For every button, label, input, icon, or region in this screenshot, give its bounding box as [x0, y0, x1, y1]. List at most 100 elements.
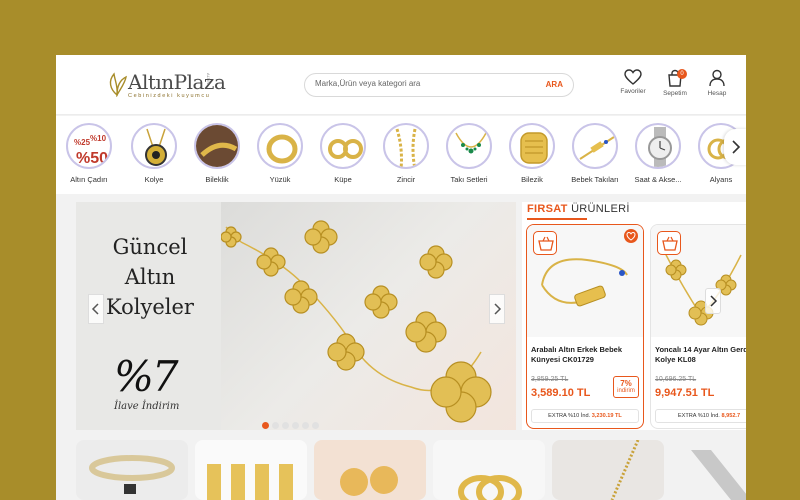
chain-icon [383, 123, 429, 169]
collection-tile[interactable] [671, 440, 746, 500]
search-input[interactable] [315, 79, 525, 88]
collection-tile[interactable] [433, 440, 545, 500]
banner-percent: %7 [114, 352, 179, 401]
wedding-rings-image [458, 475, 522, 500]
user-icon [709, 69, 725, 87]
logo-tagline: Cebinizdeki kuyumcu [128, 93, 211, 99]
extra-discount-label: EXTRA %10 İnd. [548, 413, 591, 419]
gold-beads-image [340, 466, 398, 496]
browser-page: AltınPlaza Cebinizdeki kuyumcu ALTIN ARA… [56, 55, 746, 500]
collection-tile[interactable] [195, 440, 307, 500]
chevron-right-icon [710, 295, 718, 307]
category-item[interactable]: Kolye [123, 123, 185, 184]
category-item[interactable]: Zincir [375, 123, 437, 184]
category-label: Bileklik [205, 175, 229, 184]
collection-tile[interactable] [76, 440, 188, 500]
cart-button[interactable]: 0 Sepetim [655, 69, 695, 105]
deals-next-button[interactable] [705, 288, 721, 314]
pagination-dot[interactable] [302, 422, 309, 429]
category-next-button[interactable] [724, 129, 746, 165]
svg-text:%10: %10 [90, 134, 107, 143]
search-bar: ARA [304, 73, 574, 97]
cart-count-badge: 0 [677, 69, 687, 79]
site-logo[interactable]: AltınPlaza Cebinizdeki kuyumcu ALTIN [106, 69, 226, 103]
chevron-right-icon [494, 303, 502, 315]
extra-discount-price: 3,230.19 TL [591, 413, 622, 419]
product-card[interactable]: Arabalı Altın Erkek Bebek Künyesi CK0172… [526, 224, 644, 429]
banner-title: Güncel Altın Kolyeler [106, 235, 194, 319]
category-label: Takı Setleri [450, 175, 488, 184]
search-button[interactable]: ARA [546, 80, 563, 89]
chevron-right-icon [732, 140, 741, 154]
deals-title: FIRSAT ÜRÜNLERİ [527, 203, 630, 215]
logo-leaf-icon [109, 72, 127, 97]
deals-title-rest: ÜRÜNLERİ [571, 203, 630, 215]
category-label: Bebek Takıları [571, 175, 619, 184]
category-item[interactable]: Yüzük [249, 123, 311, 184]
product-card[interactable]: Yoncalı 14 Ayar Altın Gerdanlık Kolye KL… [650, 224, 746, 429]
heart-icon [624, 69, 642, 85]
logo-badge: ALTIN [206, 73, 211, 85]
favorite-toggle-button[interactable] [624, 229, 638, 243]
collection-tile[interactable] [552, 440, 664, 500]
product-price: 3,589.10 TL [531, 387, 591, 399]
svg-text:%25: %25 [74, 138, 91, 147]
cart-label: Sepetim [663, 90, 687, 97]
deals-title-highlight: FIRSAT [527, 203, 568, 215]
product-name[interactable]: Yoncalı 14 Ayar Altın Gerdanlık Kolye KL… [655, 345, 746, 365]
category-label: Saat & Akse... [634, 175, 682, 184]
chevron-left-icon [91, 303, 99, 315]
bracelet-icon [194, 123, 240, 169]
bangle-image [89, 455, 175, 494]
deals-underline [527, 218, 587, 220]
earring-icon [320, 123, 366, 169]
banner-subtitle: İlave İndirim [114, 401, 180, 412]
product-name[interactable]: Arabalı Altın Erkek Bebek Künyesi CK0172… [531, 345, 643, 365]
category-label: Küpe [334, 175, 352, 184]
pagination-dot[interactable] [312, 422, 319, 429]
discount-badge: 7% indirim [613, 376, 639, 398]
category-item[interactable]: Bebek Takıları [564, 123, 626, 184]
clover-necklace-image [220, 220, 492, 423]
ring-icon [257, 123, 303, 169]
banner-prev-button[interactable] [88, 294, 104, 324]
deal-basket-icon [533, 231, 557, 255]
necklace-icon [131, 123, 177, 169]
watch-icon [635, 123, 681, 169]
category-label: Yüzük [269, 175, 291, 184]
category-label: Zincir [396, 175, 416, 184]
hero-banner[interactable]: Güncel Altın Kolyeler %7 İlave İndirim [76, 202, 516, 430]
extra-discount-box: EXTRA %10 İnd. 8,952.7 [655, 409, 746, 423]
gold-bangles-image [207, 464, 293, 500]
pagination-dot[interactable] [282, 422, 289, 429]
collection-tile[interactable] [314, 440, 426, 500]
baby-jewelry-icon [572, 123, 618, 169]
extra-discount-box: EXTRA %10 İnd. 3,230.19 TL [531, 409, 639, 423]
deal-basket-icon [657, 231, 681, 255]
deals-section: FIRSAT ÜRÜNLERİ Arabalı Altın Erkek Bebe… [522, 202, 746, 430]
extra-discount-price: 8,952.7 [721, 413, 741, 419]
favorites-label: Favoriler [620, 88, 646, 95]
category-item[interactable]: %25 %10 %50 Altın Çadırı [58, 123, 120, 184]
category-item[interactable]: Bileklik [186, 123, 248, 184]
product-old-price: 3,859.25 TL [531, 376, 569, 383]
discount-percent: 7% [620, 379, 632, 388]
pagination-dot[interactable] [272, 422, 279, 429]
banner-pagination [262, 416, 322, 429]
category-label: Bilezik [521, 175, 543, 184]
jewelry-set-icon [446, 123, 492, 169]
account-label: Hesap [707, 90, 727, 97]
category-item[interactable]: Saat & Akse... [627, 123, 689, 184]
sale-percent-icon: %25 %10 %50 [66, 123, 112, 169]
category-label: Altın Çadırı [70, 175, 108, 184]
site-header: AltınPlaza Cebinizdeki kuyumcu ALTIN ARA… [56, 55, 746, 115]
category-item[interactable]: Bilezik [501, 123, 563, 184]
pagination-dot[interactable] [292, 422, 299, 429]
bangle-icon [509, 123, 555, 169]
favorites-button[interactable]: Favoriler [613, 69, 653, 105]
category-item[interactable]: Takı Setleri [438, 123, 500, 184]
pagination-dot[interactable] [262, 422, 269, 429]
category-item[interactable]: Küpe [312, 123, 374, 184]
account-button[interactable]: Hesap [697, 69, 737, 105]
banner-next-button[interactable] [489, 294, 505, 324]
